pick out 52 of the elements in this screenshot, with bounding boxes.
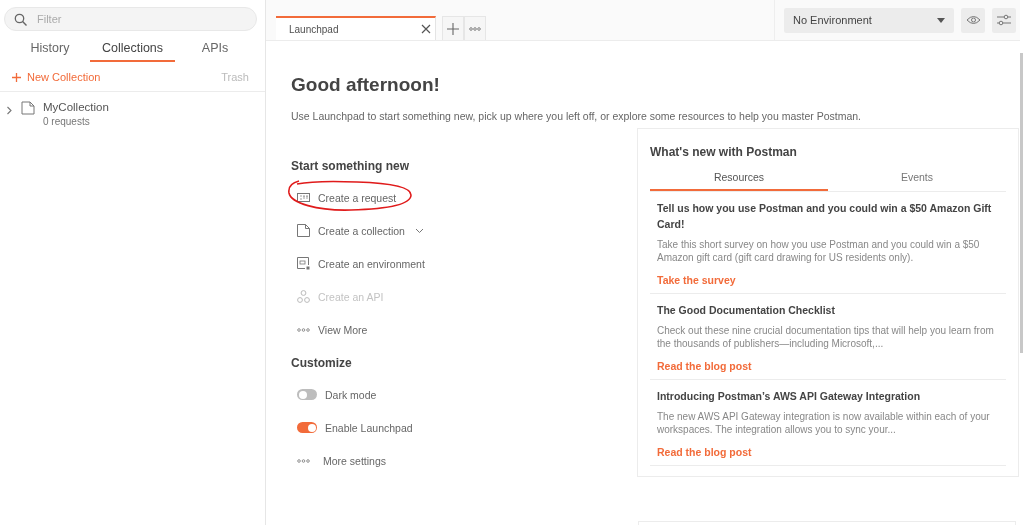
start-item-link[interactable]: Create a request <box>297 191 397 204</box>
start-item-link[interactable]: View More <box>297 323 368 336</box>
start-item-link[interactable]: Create a collection <box>297 224 405 237</box>
search-field[interactable]: Filter <box>4 7 257 31</box>
card-tab[interactable]: Resources <box>650 171 828 191</box>
section-heading: Start something new <box>291 159 410 173</box>
plus-icon <box>12 72 21 82</box>
ellipsis-icon <box>297 458 310 463</box>
environment-icon <box>297 257 310 270</box>
toggle-switch[interactable]: Dark mode <box>297 388 377 401</box>
article-title: The Good Documentation Checklist <box>657 303 836 318</box>
settings-button[interactable] <box>992 7 1016 33</box>
new-collection-button[interactable]: New Collection <box>12 71 101 83</box>
article-summary: Check out these nine crucial documentation tips that will help you learn from the thousands of publishers—including Microsoft,... <box>657 324 995 350</box>
request-icon <box>297 193 310 202</box>
ellipsis-icon <box>469 26 481 31</box>
collection-name: MyCollection <box>43 101 109 113</box>
eye-icon <box>965 15 981 25</box>
more-tabs-button[interactable] <box>464 16 486 40</box>
eye-button[interactable] <box>961 7 985 33</box>
sidebar-tab[interactable]: Collections <box>89 35 176 62</box>
more-settings-link[interactable]: More settings <box>297 454 387 467</box>
request-count: 0 requests <box>43 116 91 127</box>
start-item-link[interactable]: Create an environment <box>297 257 425 270</box>
launchpad-tab[interactable]: Launchpad <box>276 16 436 40</box>
environment-dropdown[interactable]: No Environment <box>784 7 954 33</box>
sidebar-tab[interactable]: History <box>10 35 90 62</box>
tab-label: Launchpad <box>289 23 339 35</box>
section-heading: Customize <box>291 356 353 370</box>
scrollbar-thumb[interactable] <box>1020 53 1023 353</box>
plus-icon <box>447 22 459 35</box>
card-tab[interactable]: Events <box>828 171 1006 191</box>
caret-icon <box>937 17 945 23</box>
folder-icon <box>21 101 35 115</box>
close-icon[interactable] <box>421 24 431 34</box>
api-icon <box>297 290 310 303</box>
sidebar-tab[interactable]: APIs <box>175 35 255 62</box>
ellipsis-icon <box>297 327 310 332</box>
new-tab-button[interactable] <box>442 16 464 40</box>
greeting-heading: Good afternoon! <box>291 74 441 96</box>
intro-text: Use Launchpad to start something new, pick up where you left off, or explore some resources to help you master Postman. <box>291 110 863 122</box>
toggle-switch[interactable]: Enable Launchpad <box>297 421 413 434</box>
search-icon <box>14 13 28 27</box>
article-title: Tell us how you use Postman and you could win a $50 Amazon Gift Card! <box>657 201 993 232</box>
article-title: Introducing Postman’s AWS API Gateway Integration <box>657 389 922 404</box>
chevron-down-icon[interactable] <box>414 227 424 234</box>
sliders-icon <box>997 14 1011 26</box>
folder-icon <box>297 224 310 237</box>
article-summary: The new AWS API Gateway integration is now available within each of your workspaces. The integration allows you to sync your... <box>657 410 991 436</box>
collection-item[interactable]: MyCollection 0 requests <box>0 92 265 136</box>
card-title: What's new with Postman <box>650 145 798 159</box>
article-summary: Take this short survey on how you use Postman and you could win a $50 Amazon gift card (gift card drawing for US residents only). <box>657 238 981 264</box>
